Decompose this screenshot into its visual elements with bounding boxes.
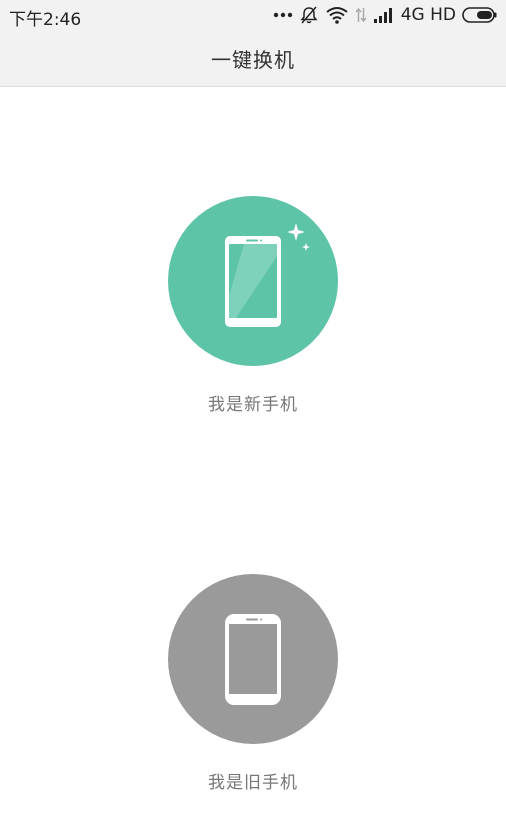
old-phone-label[interactable]: 我是旧手机 [208, 768, 298, 793]
status-icons: 4G HD [273, 4, 498, 26]
old-phone-option[interactable]: 我是旧手机 [0, 574, 506, 793]
header: 下午2:46 4G HD 一键换机 [0, 0, 506, 87]
battery-icon [462, 6, 498, 24]
new-phone-option[interactable]: 我是新手机 [0, 196, 506, 415]
old-phone-button[interactable] [168, 574, 338, 744]
status-bar: 下午2:46 4G HD [0, 0, 506, 30]
title-bar: 一键换机 [0, 30, 506, 86]
new-phone-icon [225, 223, 310, 327]
new-phone-button[interactable] [168, 196, 338, 366]
network-type: 4G HD [400, 5, 456, 25]
new-phone-label[interactable]: 我是新手机 [208, 390, 298, 415]
old-phone-icon [225, 614, 281, 705]
more-dots-icon [273, 11, 293, 19]
page-title: 一键换机 [211, 47, 295, 72]
wifi-icon [325, 6, 349, 24]
data-transfer-icon [355, 6, 367, 24]
signal-icon [373, 7, 395, 23]
status-time: 下午2:46 [9, 10, 82, 30]
alarm-off-icon [299, 5, 319, 25]
